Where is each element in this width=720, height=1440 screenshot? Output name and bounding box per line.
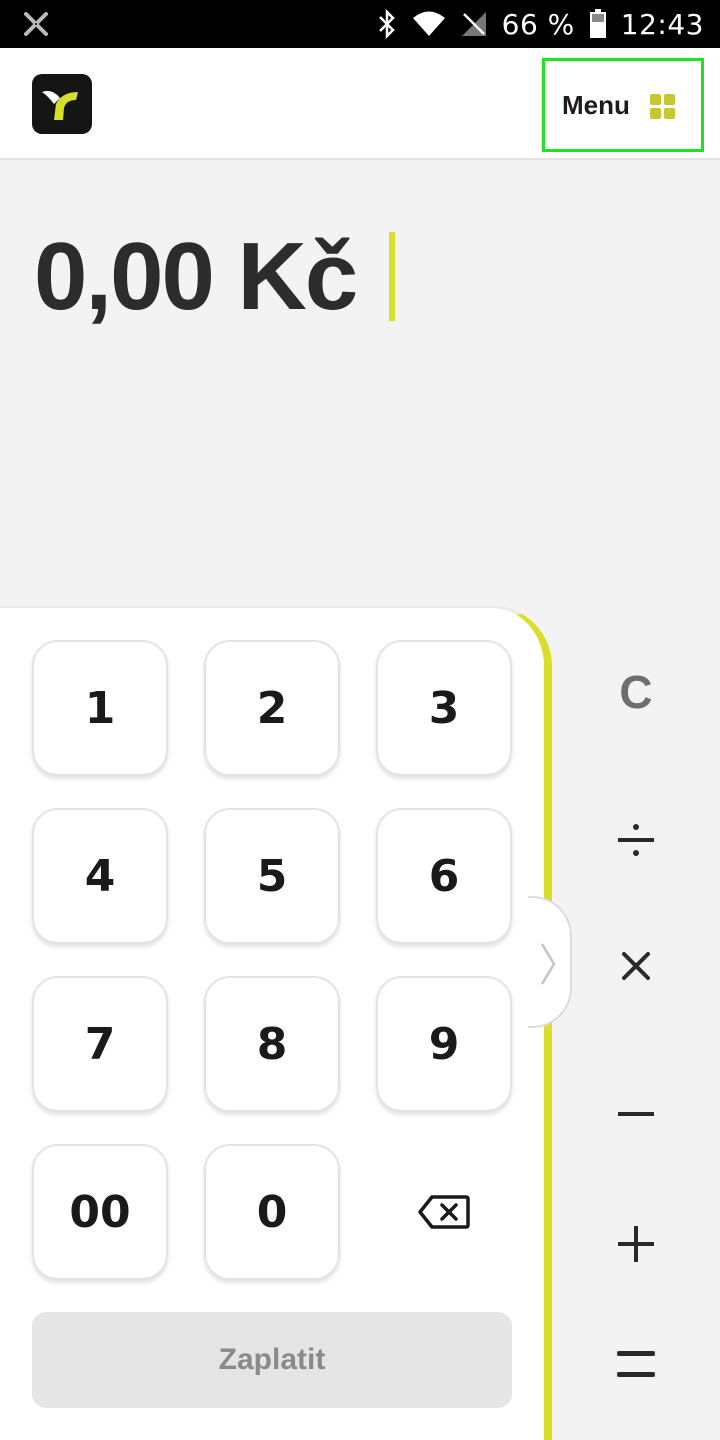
equals-icon: [617, 1351, 655, 1377]
key-1[interactable]: 1: [32, 640, 168, 776]
divide-button[interactable]: [600, 804, 672, 876]
key-9[interactable]: 9: [376, 976, 512, 1112]
battery-icon: [589, 9, 606, 38]
app-notification-icon: [24, 12, 48, 36]
divide-icon: [618, 824, 654, 856]
key-5[interactable]: 5: [204, 808, 340, 944]
battery-percent: 66 %: [501, 7, 575, 41]
key-3[interactable]: 3: [376, 640, 512, 776]
key-00[interactable]: 00: [32, 1144, 168, 1280]
clear-button[interactable]: C: [600, 656, 672, 728]
chevron-right-icon: [540, 943, 556, 985]
backspace-button[interactable]: [376, 1144, 512, 1280]
equals-button[interactable]: [600, 1328, 672, 1400]
clock: 12:43: [620, 7, 704, 41]
status-bar: 66 % 12:43: [0, 0, 720, 48]
pay-button[interactable]: Zaplatit: [32, 1312, 512, 1408]
panel-toggle-handle[interactable]: [528, 896, 572, 1028]
key-4[interactable]: 4: [32, 808, 168, 944]
key-6[interactable]: 6: [376, 808, 512, 944]
key-0[interactable]: 0: [204, 1144, 340, 1280]
wifi-icon: [412, 11, 445, 36]
amount-display: 0,00 Kč: [34, 223, 358, 330]
plus-icon: [618, 1226, 654, 1262]
multiply-icon: [622, 952, 650, 980]
minus-button[interactable]: [600, 1078, 672, 1150]
minus-icon: [618, 1112, 654, 1116]
key-2[interactable]: 2: [204, 640, 340, 776]
app-logo[interactable]: [32, 74, 92, 134]
menu-label: Menu: [562, 89, 630, 120]
multiply-button[interactable]: [600, 930, 672, 1002]
key-7[interactable]: 7: [32, 976, 168, 1112]
logo-mark-icon: [42, 90, 78, 120]
bluetooth-icon: [378, 9, 395, 39]
menu-button[interactable]: Menu: [542, 58, 704, 152]
grid-icon: [650, 94, 675, 119]
backspace-icon: [418, 1195, 470, 1229]
no-signal-icon: [461, 12, 486, 36]
app-header: Menu: [0, 48, 720, 160]
key-8[interactable]: 8: [204, 976, 340, 1112]
plus-button[interactable]: [600, 1208, 672, 1280]
text-cursor: [389, 232, 395, 321]
